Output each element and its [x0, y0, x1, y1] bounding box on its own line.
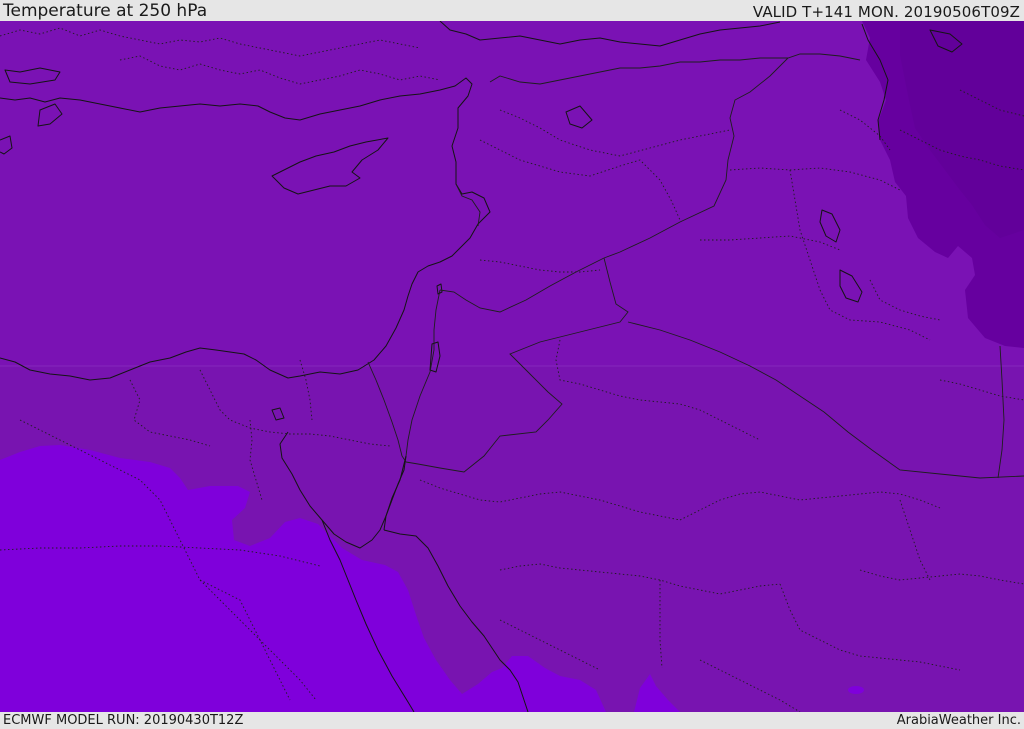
- warm-spot: [848, 686, 864, 694]
- footer-bar: ECMWF MODEL RUN: 20190430T12Z ArabiaWeat…: [0, 712, 1024, 729]
- model-run-label: ECMWF MODEL RUN: 20190430T12Z: [3, 713, 244, 728]
- header-bar: Temperature at 250 hPa VALID T+141 MON. …: [0, 0, 1024, 21]
- valid-time-label: VALID T+141 MON. 20190506T09Z: [752, 3, 1020, 21]
- map-frame[interactable]: [0, 21, 1024, 712]
- temperature-map[interactable]: [0, 21, 1024, 712]
- map-title: Temperature at 250 hPa: [3, 1, 208, 21]
- credit-label: ArabiaWeather Inc.: [896, 713, 1021, 728]
